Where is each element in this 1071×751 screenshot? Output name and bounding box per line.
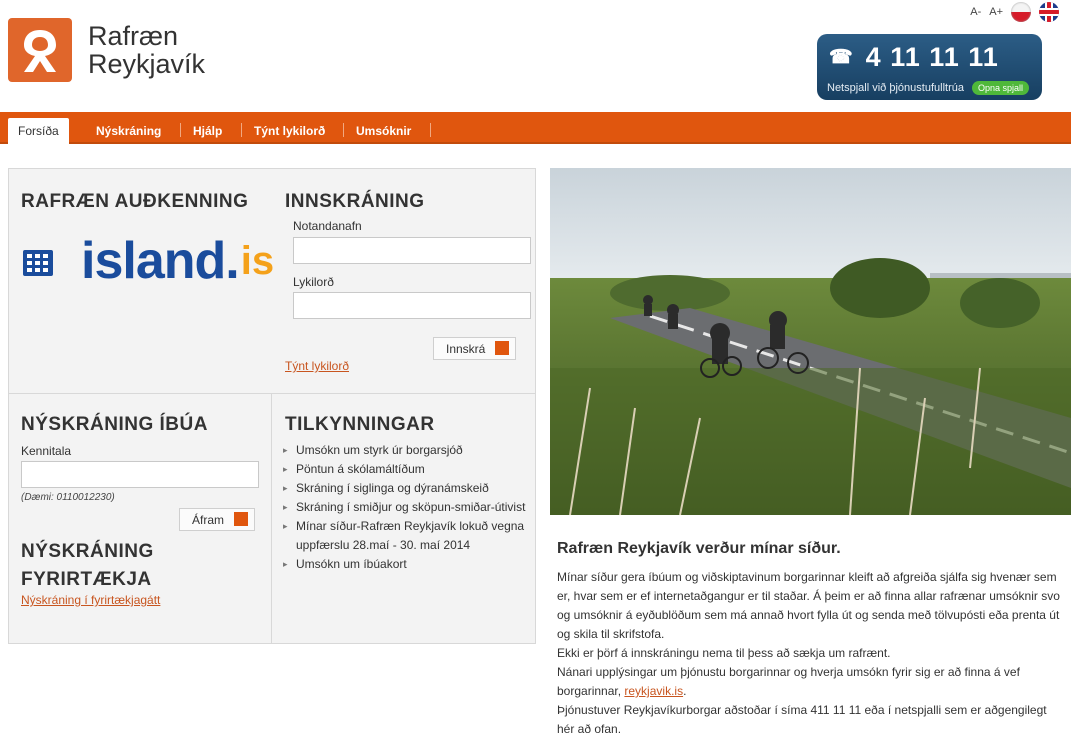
resident-title: NÝSKRÁNING ÍBÚA [21,414,208,435]
bullet-arrow-icon: ▸ [283,464,288,474]
company-title-line2: FYRIRTÆKJA [21,569,152,590]
bullet-arrow-icon: ▸ [283,445,288,455]
utility-bar: A- A+ [970,2,1059,22]
notice-item[interactable]: ▸ Skráning í smiðjur og sköpun-smiðar-úti… [282,498,532,517]
orange-square-icon [495,341,510,355]
notice-item[interactable]: ▸ Umsókn um íbúakort [282,555,532,574]
nav-item-forsida[interactable]: Forsíða [8,118,69,144]
logo-mark-icon [8,18,72,82]
notice-item-text: Umsókn um styrk úr borgarsjóð [296,443,463,457]
font-decrease-button[interactable]: A- [970,6,981,18]
polish-flag-icon[interactable] [1011,2,1031,22]
article-title: Rafræn Reykjavík verður mínar síður. [557,540,841,557]
notice-item[interactable]: ▸ Mínar síður-Rafræn Reykjavík lokuð vegn… [282,517,532,555]
notices-panel: TILKYNNINGAR ▸ Umsókn um styrk úr borgars… [271,393,536,644]
bullet-arrow-icon: ▸ [283,521,288,531]
auth-title: RAFRÆN AUÐKENNING [21,191,249,212]
main-nav: Forsíða Nýskráning Hjálp Týnt lykilorð U… [0,112,1071,144]
kennitala-input[interactable] [21,461,259,488]
logo-line2: Reykjavík [88,49,206,79]
company-title-line1: NÝSKRÁNING [21,541,154,562]
notice-item-text: Skráning í siglinga og dýranámskeið [296,481,489,495]
password-label: Lykilorð [293,275,334,289]
phone-number: 4 11 11 11 [865,42,999,72]
island-grid-icon [23,250,53,276]
chat-row: Netspjall við þjónustufulltrúa Opna spja… [827,81,1029,95]
bullet-arrow-icon: ▸ [283,502,288,512]
notices-title: TILKYNNINGAR [285,414,435,435]
phone-box: ☎ 4 11 11 11 Netspjall við þjónustufullt… [817,34,1042,100]
island-logo-text: island. [81,232,240,290]
chat-text: Netspjall við þjónustufulltrúa [827,82,964,94]
forgot-password-link[interactable]: Týnt lykilorð [285,359,349,373]
nav-item-hjalp[interactable]: Hjálp [183,118,232,144]
login-title: INNSKRÁNING [285,191,425,212]
notice-item-text: Mínar síður-Rafræn Reykjavík lokuð vegna… [296,519,525,552]
continue-button[interactable]: Áfram [179,508,256,531]
phone-icon: ☎ [829,47,854,68]
notice-item-text: Umsókn um íbúakort [296,557,407,571]
article-paragraph: Mínar síður gera íbúum og viðskiptavinum… [557,570,1060,641]
article-paragraph: Ekki er þörf á innskráningu nema til þes… [557,646,891,660]
logo-line1: Rafræn [88,21,179,51]
article-body: Mínar síður gera íbúum og viðskiptavinum… [557,568,1067,739]
nav-item-umsoknir[interactable]: Umsóknir [346,118,421,144]
nav-separator [180,123,181,137]
site-logo[interactable]: Rafræn Reykjavík [8,18,205,82]
bullet-arrow-icon: ▸ [283,559,288,569]
english-flag-icon[interactable] [1039,2,1059,22]
notices-list: ▸ Umsókn um styrk úr borgarsjóð ▸ Pöntun á… [282,441,532,574]
bullet-arrow-icon: ▸ [283,483,288,493]
article-text: . [683,684,687,698]
notice-item[interactable]: ▸ Pöntun á skólamáltíðum [282,460,532,479]
login-button[interactable]: Innskrá [433,337,517,360]
nav-separator [343,123,344,137]
notice-item[interactable]: ▸ Umsókn um styrk úr borgarsjóð [282,441,532,460]
username-input[interactable] [293,237,531,264]
company-title: NÝSKRÁNING FYRIRTÆKJA [21,538,154,594]
article-paragraph: Nánari upplýsingar um þjónustu borgarinn… [557,663,1067,701]
island-is-login[interactable]: island. is [21,233,274,289]
nav-separator [241,123,242,137]
login-panel: RAFRÆN AUÐKENNING island. is INNSKRÁNING… [8,168,536,394]
username-label: Notandanafn [293,219,362,233]
kennitala-label: Kennitala [21,444,72,458]
nav-separator [430,123,431,137]
notice-item-text: Skráning í smiðjur og sköpun-smiðar-útiv… [296,500,526,514]
island-logo-suffix: is [240,239,275,283]
logo-text: Rafræn Reykjavík [88,22,205,78]
article-paragraph: Þjónustuver Reykjavíkurborgar aðstoðar í… [557,703,1047,736]
hero-photo [550,168,1071,515]
font-increase-button[interactable]: A+ [989,6,1003,18]
password-input[interactable] [293,292,531,319]
nav-item-tynt-lykilord[interactable]: Týnt lykilorð [244,118,335,144]
registration-panel: NÝSKRÁNING ÍBÚA Kennitala (Dæmi: 0110012… [8,393,272,644]
notice-item[interactable]: ▸ Skráning í siglinga og dýranámskeið [282,479,532,498]
reykjavik-is-link[interactable]: reykjavik.is [624,684,683,698]
notice-item-text: Pöntun á skólamáltíðum [296,462,425,476]
kennitala-example: (Dæmi: 0110012230) [21,492,115,503]
company-portal-link[interactable]: Nýskráning í fyrirtækjagátt [21,593,160,607]
open-chat-button[interactable]: Opna spjall [971,81,1029,95]
login-button-label: Innskrá [446,342,486,356]
nav-item-nyskraning[interactable]: Nýskráning [86,118,171,144]
orange-square-icon [234,512,249,526]
continue-button-label: Áfram [192,513,225,527]
phone-number-row: ☎ 4 11 11 11 [829,42,999,73]
